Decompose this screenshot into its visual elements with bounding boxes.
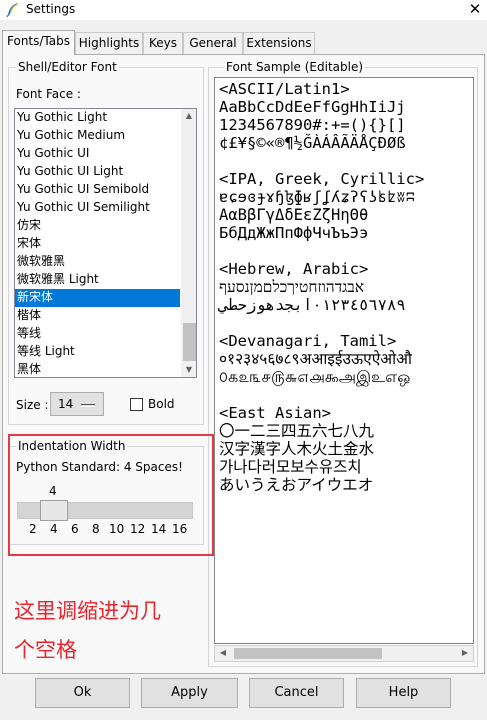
annotation-line-2: 个空格 [14, 638, 77, 662]
scroll-up-icon[interactable]: ▲ [181, 111, 196, 120]
font-list-item[interactable]: Yu Gothic Medium [15, 127, 180, 145]
font-face-label: Font Face : [16, 87, 81, 101]
dropdown-indicator-icon [81, 404, 95, 407]
font-list-item[interactable]: Yu Gothic Light [15, 109, 180, 127]
font-list-item[interactable]: Yu Gothic UI Light [15, 163, 180, 181]
font-list-item[interactable]: 新宋体 [15, 289, 180, 307]
font-list-item[interactable]: 等线 Light [15, 343, 180, 361]
font-sample-textarea[interactable]: <ASCII/Latin1> AaBbCcDdEeFfGgHhIiJj 1234… [214, 77, 474, 644]
tab-fonts-tabs[interactable]: Fonts/Tabs [2, 30, 75, 55]
size-dropdown[interactable]: 14 [50, 392, 104, 416]
ok-button[interactable]: Ok [35, 678, 130, 708]
font-face-list[interactable]: Yu Gothic Light Yu Gothic Medium Yu Gothic… [14, 108, 197, 378]
size-value: 14 [58, 397, 74, 411]
tab-general[interactable]: General [183, 32, 243, 54]
font-list-item[interactable]: 楷体 [15, 307, 180, 325]
font-list-item[interactable]: Yu Gothic UI [15, 145, 180, 163]
help-button[interactable]: Help [356, 678, 451, 708]
sample-scroll-thumb[interactable] [234, 648, 382, 659]
annotation-line-1: 这里调缩进为几 [14, 599, 161, 623]
font-list-item[interactable]: Yu Gothic UI Semibold [15, 181, 180, 199]
sample-group-title: Font Sample (Editable) [224, 60, 366, 74]
scroll-left-icon[interactable]: ◀ [215, 648, 231, 657]
feather-icon [5, 2, 21, 18]
close-icon[interactable]: ✕ [466, 0, 484, 20]
font-list-item[interactable]: 宋体 [15, 235, 180, 253]
font-list-item[interactable]: 微软雅黑 [15, 253, 180, 271]
scroll-right-icon[interactable]: ▶ [457, 648, 473, 657]
font-list-items: Yu Gothic Light Yu Gothic Medium Yu Gothic… [15, 109, 180, 377]
font-list-item[interactable]: 仿宋 [15, 217, 180, 235]
annotation-highlight-box [8, 434, 214, 556]
size-label: Size : [16, 398, 49, 412]
bold-label: Bold [148, 397, 175, 411]
font-list-item[interactable]: Yu Gothic UI Semilight [15, 199, 180, 217]
font-list-item[interactable]: 等线 [15, 325, 180, 343]
font-list-item[interactable]: 微软雅黑 Light [15, 271, 180, 289]
bold-checkbox[interactable] [130, 398, 143, 411]
cancel-button[interactable]: Cancel [249, 678, 344, 708]
font-list-item[interactable]: 黑体 [15, 361, 180, 377]
annotation-text: 这里调缩进为几 个空格 [14, 592, 214, 670]
window-title: Settings [26, 2, 76, 16]
font-list-scroll-thumb[interactable] [183, 323, 196, 361]
scroll-down-icon[interactable]: ▼ [181, 365, 196, 374]
font-sample-text[interactable]: <ASCII/Latin1> AaBbCcDdEeFfGgHhIiJj 1234… [215, 78, 473, 494]
apply-button[interactable]: Apply [141, 678, 238, 708]
font-group-title: Shell/Editor Font [16, 60, 119, 74]
tab-extensions[interactable]: Extensions [243, 32, 315, 54]
tab-keys[interactable]: Keys [143, 32, 183, 54]
tab-highlights[interactable]: Highlights [75, 32, 143, 54]
